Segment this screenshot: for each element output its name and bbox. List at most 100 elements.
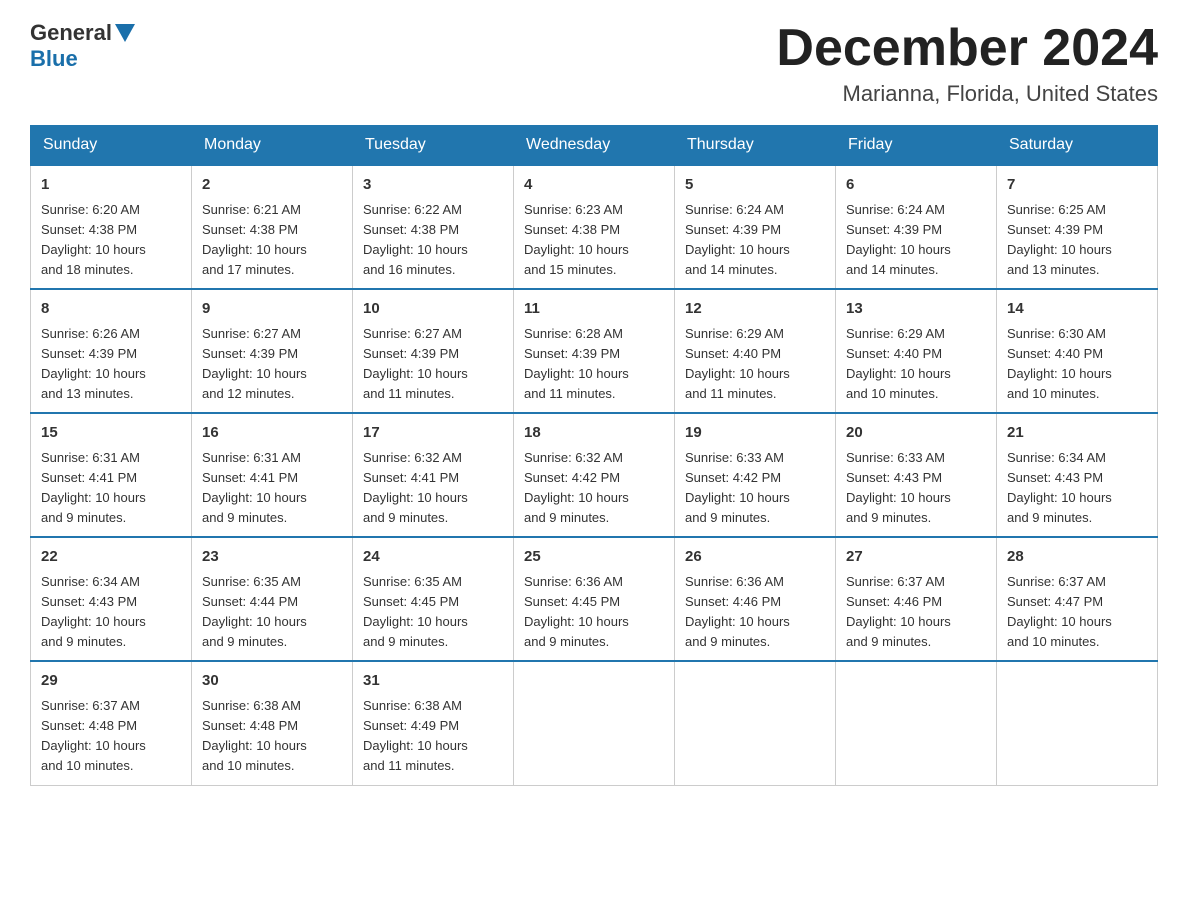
day-number: 10	[363, 298, 503, 321]
calendar-day-cell: 12 Sunrise: 6:29 AMSunset: 4:40 PMDaylig…	[675, 289, 836, 413]
day-info: Sunrise: 6:26 AMSunset: 4:39 PMDaylight:…	[41, 326, 146, 401]
day-number: 25	[524, 546, 664, 569]
day-number: 4	[524, 174, 664, 197]
weekday-header-saturday: Saturday	[997, 126, 1158, 166]
day-number: 18	[524, 422, 664, 445]
day-number: 5	[685, 174, 825, 197]
day-info: Sunrise: 6:34 AMSunset: 4:43 PMDaylight:…	[41, 574, 146, 649]
calendar-day-cell: 2 Sunrise: 6:21 AMSunset: 4:38 PMDayligh…	[192, 165, 353, 289]
calendar-day-cell: 5 Sunrise: 6:24 AMSunset: 4:39 PMDayligh…	[675, 165, 836, 289]
logo: General Blue	[30, 20, 138, 72]
calendar-day-cell: 3 Sunrise: 6:22 AMSunset: 4:38 PMDayligh…	[353, 165, 514, 289]
day-info: Sunrise: 6:24 AMSunset: 4:39 PMDaylight:…	[846, 202, 951, 277]
calendar-day-cell	[675, 661, 836, 785]
location-title: Marianna, Florida, United States	[776, 81, 1158, 107]
calendar-day-cell: 31 Sunrise: 6:38 AMSunset: 4:49 PMDaylig…	[353, 661, 514, 785]
day-number: 17	[363, 422, 503, 445]
day-number: 21	[1007, 422, 1147, 445]
month-year-title: December 2024	[776, 20, 1158, 77]
day-number: 16	[202, 422, 342, 445]
weekday-header-wednesday: Wednesday	[514, 126, 675, 166]
calendar-day-cell: 8 Sunrise: 6:26 AMSunset: 4:39 PMDayligh…	[31, 289, 192, 413]
calendar-week-row: 22 Sunrise: 6:34 AMSunset: 4:43 PMDaylig…	[31, 537, 1158, 661]
logo-blue-text: Blue	[30, 46, 78, 71]
calendar-day-cell: 30 Sunrise: 6:38 AMSunset: 4:48 PMDaylig…	[192, 661, 353, 785]
day-info: Sunrise: 6:29 AMSunset: 4:40 PMDaylight:…	[846, 326, 951, 401]
day-number: 24	[363, 546, 503, 569]
day-number: 30	[202, 670, 342, 693]
day-info: Sunrise: 6:32 AMSunset: 4:41 PMDaylight:…	[363, 450, 468, 525]
title-area: December 2024 Marianna, Florida, United …	[776, 20, 1158, 107]
day-info: Sunrise: 6:37 AMSunset: 4:46 PMDaylight:…	[846, 574, 951, 649]
day-info: Sunrise: 6:36 AMSunset: 4:46 PMDaylight:…	[685, 574, 790, 649]
calendar-week-row: 29 Sunrise: 6:37 AMSunset: 4:48 PMDaylig…	[31, 661, 1158, 785]
calendar-day-cell: 7 Sunrise: 6:25 AMSunset: 4:39 PMDayligh…	[997, 165, 1158, 289]
day-number: 14	[1007, 298, 1147, 321]
weekday-header-thursday: Thursday	[675, 126, 836, 166]
calendar-day-cell: 15 Sunrise: 6:31 AMSunset: 4:41 PMDaylig…	[31, 413, 192, 537]
calendar-day-cell: 24 Sunrise: 6:35 AMSunset: 4:45 PMDaylig…	[353, 537, 514, 661]
day-number: 13	[846, 298, 986, 321]
calendar-day-cell: 14 Sunrise: 6:30 AMSunset: 4:40 PMDaylig…	[997, 289, 1158, 413]
weekday-header-sunday: Sunday	[31, 126, 192, 166]
day-number: 7	[1007, 174, 1147, 197]
calendar-day-cell: 10 Sunrise: 6:27 AMSunset: 4:39 PMDaylig…	[353, 289, 514, 413]
day-info: Sunrise: 6:24 AMSunset: 4:39 PMDaylight:…	[685, 202, 790, 277]
day-info: Sunrise: 6:27 AMSunset: 4:39 PMDaylight:…	[363, 326, 468, 401]
day-number: 29	[41, 670, 181, 693]
day-number: 23	[202, 546, 342, 569]
day-info: Sunrise: 6:27 AMSunset: 4:39 PMDaylight:…	[202, 326, 307, 401]
calendar-day-cell: 17 Sunrise: 6:32 AMSunset: 4:41 PMDaylig…	[353, 413, 514, 537]
day-info: Sunrise: 6:23 AMSunset: 4:38 PMDaylight:…	[524, 202, 629, 277]
calendar-day-cell: 18 Sunrise: 6:32 AMSunset: 4:42 PMDaylig…	[514, 413, 675, 537]
day-info: Sunrise: 6:37 AMSunset: 4:48 PMDaylight:…	[41, 698, 146, 773]
logo-triangle-icon	[115, 24, 135, 42]
day-info: Sunrise: 6:31 AMSunset: 4:41 PMDaylight:…	[202, 450, 307, 525]
day-number: 19	[685, 422, 825, 445]
calendar-day-cell: 16 Sunrise: 6:31 AMSunset: 4:41 PMDaylig…	[192, 413, 353, 537]
day-info: Sunrise: 6:22 AMSunset: 4:38 PMDaylight:…	[363, 202, 468, 277]
calendar-day-cell: 13 Sunrise: 6:29 AMSunset: 4:40 PMDaylig…	[836, 289, 997, 413]
calendar-day-cell: 29 Sunrise: 6:37 AMSunset: 4:48 PMDaylig…	[31, 661, 192, 785]
day-number: 31	[363, 670, 503, 693]
day-info: Sunrise: 6:35 AMSunset: 4:44 PMDaylight:…	[202, 574, 307, 649]
day-info: Sunrise: 6:31 AMSunset: 4:41 PMDaylight:…	[41, 450, 146, 525]
day-number: 12	[685, 298, 825, 321]
day-number: 22	[41, 546, 181, 569]
calendar-day-cell: 28 Sunrise: 6:37 AMSunset: 4:47 PMDaylig…	[997, 537, 1158, 661]
day-number: 27	[846, 546, 986, 569]
calendar-day-cell: 6 Sunrise: 6:24 AMSunset: 4:39 PMDayligh…	[836, 165, 997, 289]
day-info: Sunrise: 6:38 AMSunset: 4:49 PMDaylight:…	[363, 698, 468, 773]
calendar-week-row: 15 Sunrise: 6:31 AMSunset: 4:41 PMDaylig…	[31, 413, 1158, 537]
day-info: Sunrise: 6:30 AMSunset: 4:40 PMDaylight:…	[1007, 326, 1112, 401]
day-number: 8	[41, 298, 181, 321]
day-info: Sunrise: 6:33 AMSunset: 4:43 PMDaylight:…	[846, 450, 951, 525]
day-number: 15	[41, 422, 181, 445]
weekday-header-friday: Friday	[836, 126, 997, 166]
calendar-day-cell: 21 Sunrise: 6:34 AMSunset: 4:43 PMDaylig…	[997, 413, 1158, 537]
day-number: 9	[202, 298, 342, 321]
weekday-header-row: SundayMondayTuesdayWednesdayThursdayFrid…	[31, 126, 1158, 166]
day-info: Sunrise: 6:34 AMSunset: 4:43 PMDaylight:…	[1007, 450, 1112, 525]
day-info: Sunrise: 6:37 AMSunset: 4:47 PMDaylight:…	[1007, 574, 1112, 649]
calendar-day-cell	[836, 661, 997, 785]
calendar-day-cell: 4 Sunrise: 6:23 AMSunset: 4:38 PMDayligh…	[514, 165, 675, 289]
day-info: Sunrise: 6:35 AMSunset: 4:45 PMDaylight:…	[363, 574, 468, 649]
day-info: Sunrise: 6:20 AMSunset: 4:38 PMDaylight:…	[41, 202, 146, 277]
day-info: Sunrise: 6:29 AMSunset: 4:40 PMDaylight:…	[685, 326, 790, 401]
calendar-week-row: 1 Sunrise: 6:20 AMSunset: 4:38 PMDayligh…	[31, 165, 1158, 289]
day-number: 1	[41, 174, 181, 197]
calendar-table: SundayMondayTuesdayWednesdayThursdayFrid…	[30, 125, 1158, 785]
calendar-week-row: 8 Sunrise: 6:26 AMSunset: 4:39 PMDayligh…	[31, 289, 1158, 413]
calendar-day-cell	[514, 661, 675, 785]
day-number: 28	[1007, 546, 1147, 569]
weekday-header-monday: Monday	[192, 126, 353, 166]
day-info: Sunrise: 6:38 AMSunset: 4:48 PMDaylight:…	[202, 698, 307, 773]
calendar-day-cell: 1 Sunrise: 6:20 AMSunset: 4:38 PMDayligh…	[31, 165, 192, 289]
page-header: General Blue December 2024 Marianna, Flo…	[30, 20, 1158, 107]
day-info: Sunrise: 6:36 AMSunset: 4:45 PMDaylight:…	[524, 574, 629, 649]
calendar-day-cell: 23 Sunrise: 6:35 AMSunset: 4:44 PMDaylig…	[192, 537, 353, 661]
day-info: Sunrise: 6:32 AMSunset: 4:42 PMDaylight:…	[524, 450, 629, 525]
day-info: Sunrise: 6:25 AMSunset: 4:39 PMDaylight:…	[1007, 202, 1112, 277]
day-info: Sunrise: 6:33 AMSunset: 4:42 PMDaylight:…	[685, 450, 790, 525]
